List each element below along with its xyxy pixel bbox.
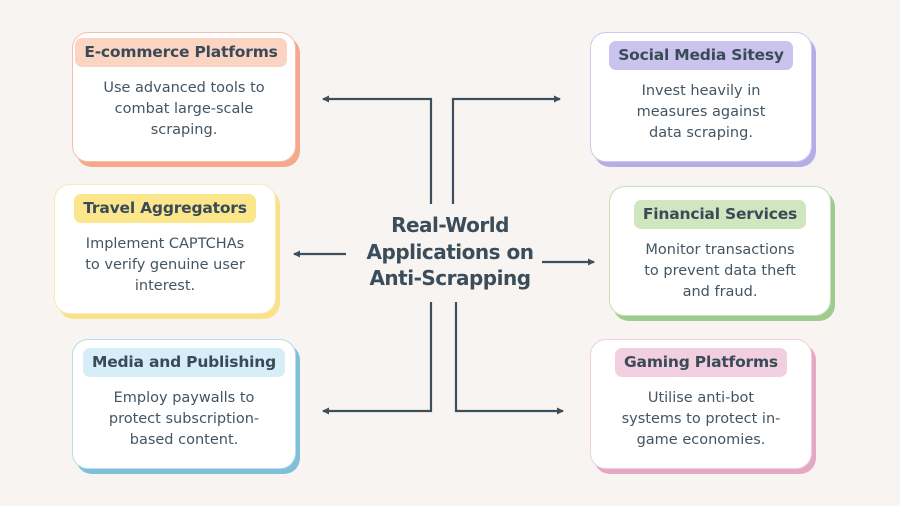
description-line: to prevent data theft [644, 263, 796, 279]
description-line: to verify genuine user [85, 257, 245, 273]
title-line: Applications on [366, 239, 534, 264]
description-line: and fraud. [682, 284, 758, 300]
card-financial: Financial Services Monitor transactions … [609, 186, 831, 316]
description-line: scraping. [150, 122, 218, 138]
card-travel: Travel Aggregators Implement CAPTCHAs to… [54, 184, 276, 314]
card-heading: Financial Services [633, 200, 807, 229]
description-line: protect subscription- [108, 411, 260, 427]
description-line: based content. [129, 432, 239, 448]
description-line: Employ paywalls to [113, 390, 255, 406]
description-line: measures against [636, 104, 766, 120]
description-line: systems to protect in- [621, 411, 781, 427]
description-line: Implement CAPTCHAs [85, 236, 245, 252]
arrow-to-gaming [454, 302, 564, 415]
card-heading: E-commerce Platforms [75, 38, 287, 67]
description-line: combat large-scale [114, 101, 254, 117]
card-description: Monitor transactions to prevent data the… [610, 240, 830, 303]
card-social-media: Social Media Sitesy Invest heavily in me… [590, 32, 812, 162]
card-description: Implement CAPTCHAs to verify genuine use… [55, 234, 275, 297]
title-line: Anti-Scrapping [369, 266, 531, 290]
description-line: interest. [134, 278, 196, 294]
description-line: Use advanced tools to [103, 80, 265, 96]
card-heading: Media and Publishing [82, 348, 285, 377]
description-line: Utilise anti-bot [647, 390, 755, 406]
arrow-to-social-media [451, 95, 561, 204]
card-heading: Social Media Sitesy [609, 41, 793, 70]
card-description: Invest heavily in measures against data … [591, 81, 811, 144]
description-line: data scraping. [649, 125, 753, 141]
arrow-to-media [322, 302, 433, 415]
arrow-to-ecommerce [322, 95, 433, 204]
description-line: Invest heavily in [641, 83, 761, 99]
card-media: Media and Publishing Employ paywalls to … [72, 339, 296, 469]
description-line: game economies. [636, 432, 766, 448]
diagram-title: Real-World Applications on Anti-Scrappin… [340, 212, 560, 292]
card-ecommerce: E-commerce Platforms Use advanced tools … [72, 32, 296, 162]
card-heading: Gaming Platforms [615, 348, 787, 377]
card-gaming: Gaming Platforms Utilise anti-bot system… [590, 339, 812, 469]
description-line: Monitor transactions [645, 242, 795, 258]
card-heading: Travel Aggregators [74, 194, 256, 223]
title-line: Real-World [391, 213, 509, 237]
card-description: Utilise anti-bot systems to protect in- … [591, 388, 811, 451]
card-description: Employ paywalls to protect subscription-… [73, 388, 295, 451]
card-description: Use advanced tools to combat large-scale… [73, 78, 295, 141]
